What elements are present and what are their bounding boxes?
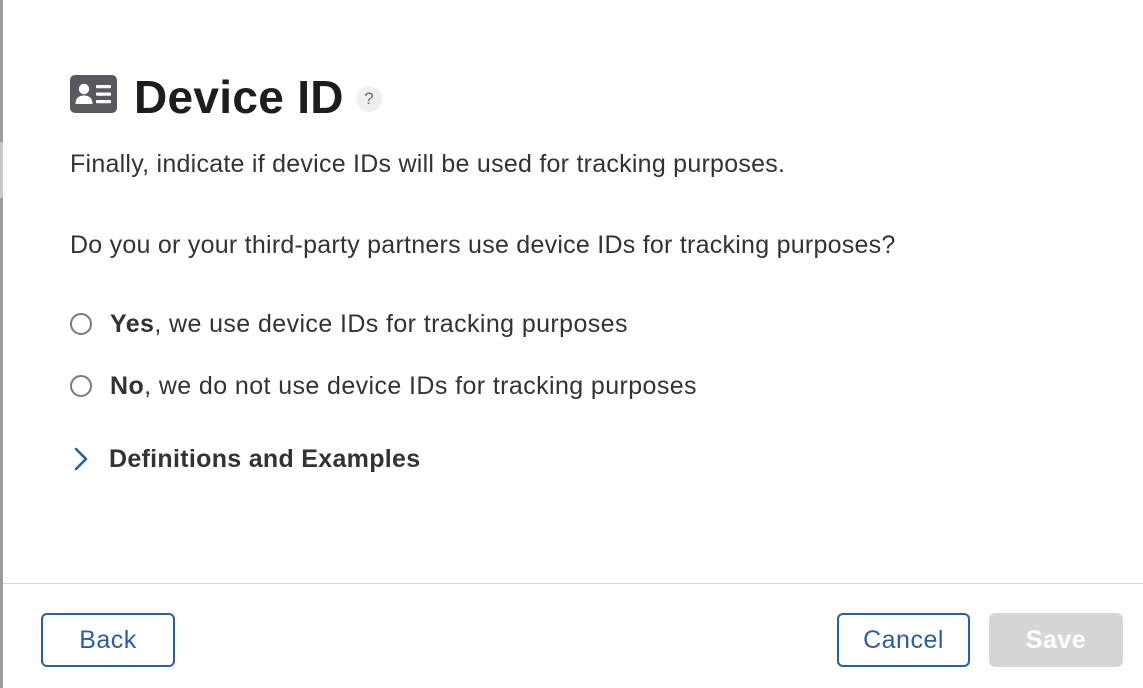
title-row: Device ID ?: [70, 72, 382, 122]
option-yes-bold: Yes: [110, 310, 155, 338]
chevron-right-icon: [74, 447, 88, 471]
intro-text: Finally, indicate if device IDs will be …: [70, 150, 786, 178]
cancel-button[interactable]: Cancel: [837, 613, 970, 667]
window-left-edge: [0, 0, 3, 688]
definitions-label[interactable]: Definitions and Examples: [109, 443, 420, 475]
help-icon[interactable]: ?: [355, 86, 382, 112]
footer-divider: [3, 583, 1143, 584]
page-title: Device ID: [134, 71, 344, 123]
option-no-rest: , we do not use device IDs for tracking …: [144, 372, 697, 400]
save-button[interactable]: Save: [989, 613, 1123, 667]
radio-yes[interactable]: [70, 313, 92, 335]
back-button[interactable]: Back: [41, 613, 175, 667]
id-card-icon: [70, 75, 117, 113]
option-yes-rest: , we use device IDs for tracking purpose…: [154, 310, 628, 338]
option-no[interactable]: No, we do not use device IDs for trackin…: [70, 370, 697, 402]
option-yes[interactable]: Yes, we use device IDs for tracking purp…: [70, 308, 628, 340]
option-yes-label[interactable]: Yes, we use device IDs for tracking purp…: [110, 308, 628, 340]
definitions-disclosure[interactable]: Definitions and Examples: [70, 443, 420, 475]
option-no-bold: No: [110, 372, 145, 400]
option-no-label[interactable]: No, we do not use device IDs for trackin…: [110, 370, 697, 402]
radio-no[interactable]: [70, 375, 92, 397]
question-text: Do you or your third-party partners use …: [70, 231, 896, 259]
